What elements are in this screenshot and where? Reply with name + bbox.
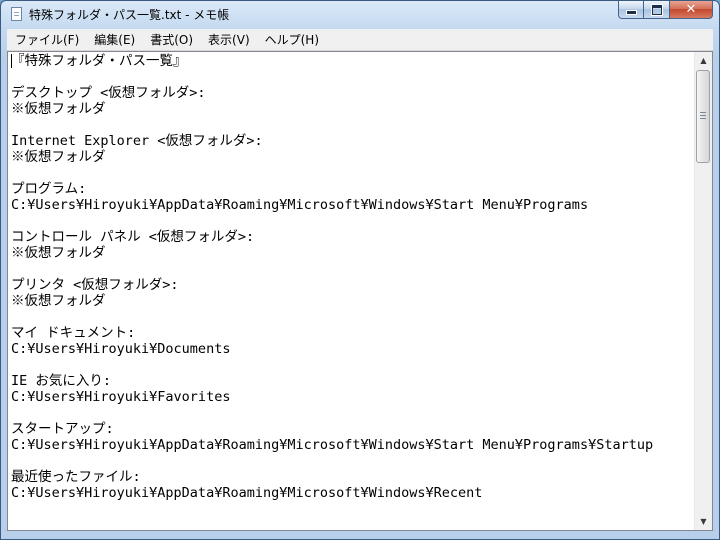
text-line bbox=[11, 261, 693, 277]
text-line: マイ ドキュメント: bbox=[11, 325, 136, 341]
text-editor[interactable]: 『特殊フォルダ・パス一覧』 デスクトップ <仮想フォルダ>: ※仮想フォルダ In… bbox=[7, 51, 713, 531]
caption-buttons: ✕ bbox=[618, 1, 713, 20]
minimize-icon bbox=[625, 10, 637, 15]
text-line: C:¥Users¥Hiroyuki¥AppData¥Roaming¥Micros… bbox=[11, 197, 589, 213]
text-line: ※仮想フォルダ bbox=[11, 293, 106, 309]
text-line: C:¥Users¥Hiroyuki¥Favorites bbox=[11, 389, 231, 405]
menu-edit[interactable]: 編集(E) bbox=[87, 31, 142, 48]
text-line: ※仮想フォルダ bbox=[11, 149, 106, 165]
close-button[interactable]: ✕ bbox=[670, 1, 713, 19]
text-line bbox=[11, 309, 693, 325]
maximize-button[interactable] bbox=[644, 1, 670, 19]
notepad-window: 特殊フォルダ・パス一覧.txt - メモ帳 ✕ ファイル(F) 編集(E) 書式… bbox=[0, 0, 720, 540]
text-line: プリンタ <仮想フォルダ>: bbox=[11, 277, 179, 293]
text-line bbox=[11, 405, 693, 421]
text-line: 最近使ったファイル: bbox=[11, 469, 141, 485]
grip-icon bbox=[700, 112, 706, 119]
menu-file[interactable]: ファイル(F) bbox=[8, 31, 86, 48]
scroll-down-arrow-icon[interactable]: ▼ bbox=[695, 513, 712, 530]
notepad-icon[interactable] bbox=[11, 7, 22, 21]
scroll-up-arrow-icon[interactable]: ▲ bbox=[695, 52, 712, 69]
text-line: IE お気に入り: bbox=[11, 373, 112, 389]
text-line bbox=[11, 69, 693, 85]
text-line: デスクトップ <仮想フォルダ>: bbox=[11, 85, 206, 101]
title-bar[interactable]: 特殊フォルダ・パス一覧.txt - メモ帳 ✕ bbox=[1, 1, 719, 27]
text-line: Internet Explorer <仮想フォルダ>: bbox=[11, 133, 263, 149]
text-line: C:¥Users¥Hiroyuki¥Documents bbox=[11, 341, 231, 357]
text-line bbox=[11, 453, 693, 469]
minimize-button[interactable] bbox=[618, 1, 644, 19]
text-line bbox=[11, 357, 693, 373]
text-line: スタートアップ: bbox=[11, 421, 114, 437]
menu-view[interactable]: 表示(V) bbox=[201, 31, 257, 48]
scroll-thumb[interactable] bbox=[696, 70, 710, 163]
text-line bbox=[11, 117, 693, 133]
menu-help[interactable]: ヘルプ(H) bbox=[258, 31, 326, 48]
maximize-icon bbox=[651, 4, 662, 15]
menu-bar: ファイル(F) 編集(E) 書式(O) 表示(V) ヘルプ(H) bbox=[7, 29, 713, 51]
text-line bbox=[11, 213, 693, 229]
text-line: ※仮想フォルダ bbox=[11, 245, 106, 261]
text-line: 『特殊フォルダ・パス一覧』 bbox=[11, 53, 187, 69]
text-line: C:¥Users¥Hiroyuki¥AppData¥Roaming¥Micros… bbox=[11, 437, 654, 453]
menu-format[interactable]: 書式(O) bbox=[143, 31, 200, 48]
text-line: C:¥Users¥Hiroyuki¥AppData¥Roaming¥Micros… bbox=[11, 485, 483, 501]
close-icon: ✕ bbox=[685, 2, 697, 17]
window-title: 特殊フォルダ・パス一覧.txt - メモ帳 bbox=[29, 8, 230, 22]
text-line: プログラム: bbox=[11, 181, 87, 197]
text-line: ※仮想フォルダ bbox=[11, 101, 106, 117]
text-line bbox=[11, 165, 693, 181]
text-line: コントロール パネル <仮想フォルダ>: bbox=[11, 229, 255, 245]
vertical-scrollbar[interactable]: ▲ ▼ bbox=[694, 52, 712, 530]
document-text[interactable]: 『特殊フォルダ・パス一覧』 デスクトップ <仮想フォルダ>: ※仮想フォルダ In… bbox=[11, 53, 693, 529]
text-caret bbox=[11, 54, 12, 68]
